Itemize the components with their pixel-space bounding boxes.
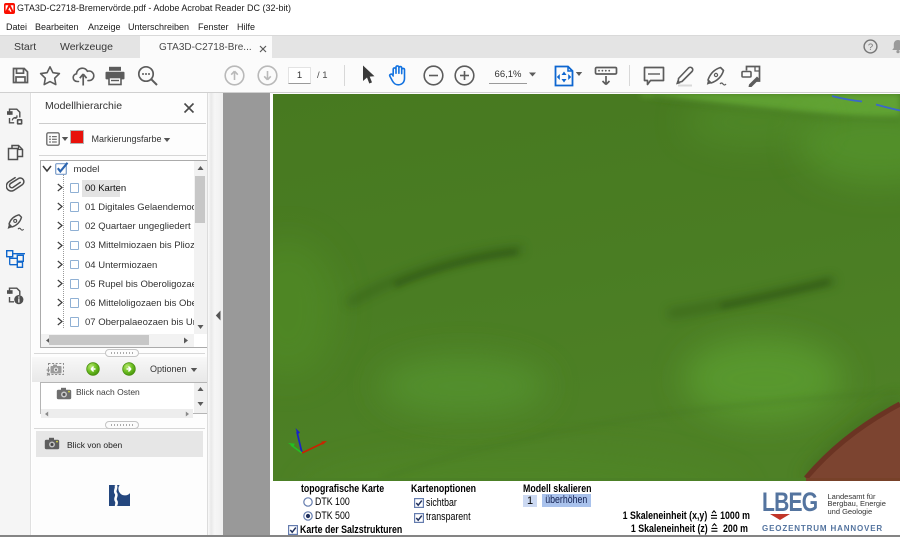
svg-text:?: ?	[868, 42, 873, 53]
